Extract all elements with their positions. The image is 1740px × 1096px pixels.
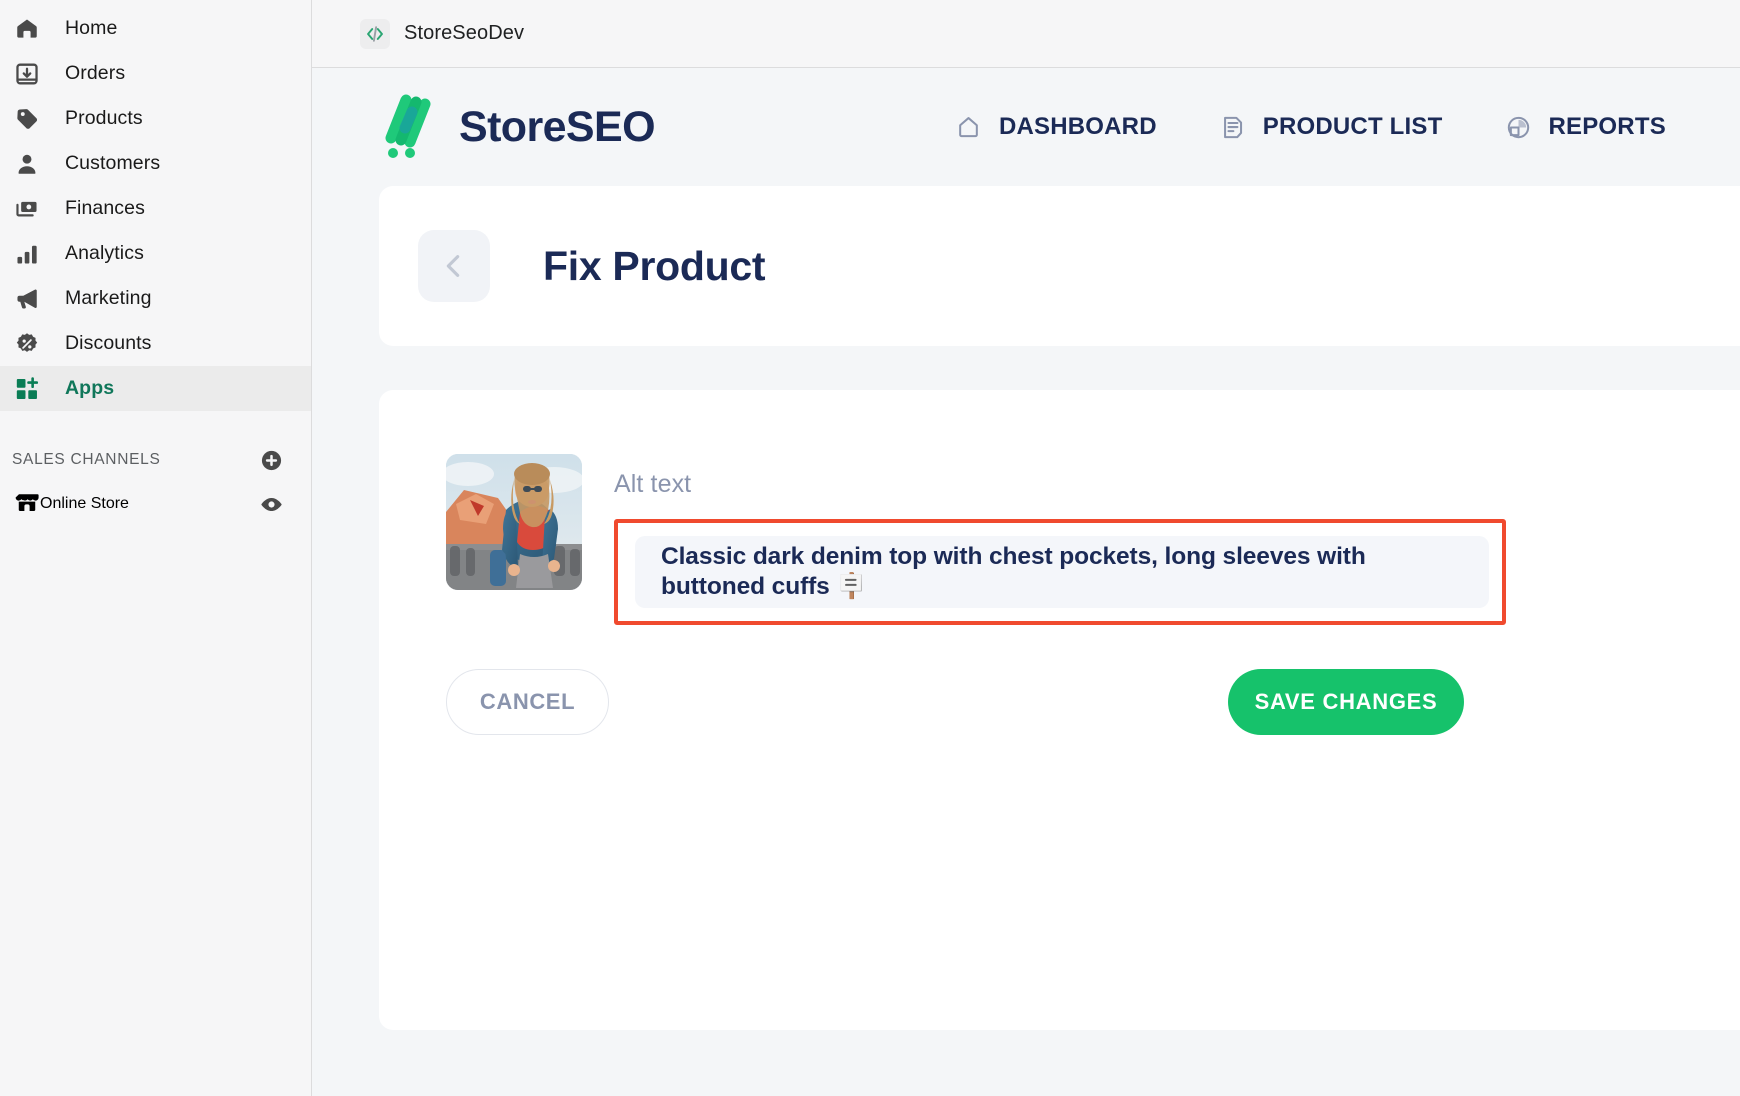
sales-channels-section-header: SALES CHANNELS	[0, 439, 311, 481]
breadcrumb: StoreSeoDev	[312, 0, 1740, 68]
sales-channels-title: SALES CHANNELS	[12, 451, 161, 468]
sidebar-item-apps[interactable]: Apps	[0, 366, 311, 411]
form-actions: CANCEL SAVE CHANGES	[446, 669, 1464, 735]
analytics-bars-icon	[14, 239, 48, 269]
sidebar-item-marketing[interactable]: Marketing	[0, 276, 311, 321]
fix-product-form-card: Alt text Classic dark denim top with che…	[379, 390, 1740, 1030]
sidebar-item-label: Online Store	[40, 495, 129, 512]
storeseo-embedded-app: StoreSEO DASHBOARD PRODUCT LIST REPORTS …	[312, 68, 1740, 1096]
sidebar-item-online-store[interactable]: Online Store	[0, 481, 311, 527]
plus-circle-icon[interactable]	[259, 448, 283, 472]
storeseo-logo-text: StoreSEO	[459, 102, 656, 151]
sidebar-item-analytics[interactable]: Analytics	[0, 231, 311, 276]
alt-text-input[interactable]: Classic dark denim top with chest pocket…	[635, 536, 1489, 608]
tab-reports[interactable]: REPORTS	[1504, 113, 1666, 141]
back-button[interactable]	[418, 230, 490, 302]
pie-chart-icon	[1504, 113, 1532, 141]
sidebar-item-label: Analytics	[65, 242, 144, 264]
sidebar: Home Orders Products Customers Finances	[0, 0, 312, 1096]
customer-person-icon	[14, 149, 48, 179]
document-list-icon	[1219, 113, 1247, 141]
product-tag-icon	[14, 104, 48, 134]
storeseo-logo-mark	[379, 94, 441, 160]
save-changes-button[interactable]: SAVE CHANGES	[1228, 669, 1464, 735]
sidebar-item-label: Products	[65, 107, 143, 129]
sidebar-item-orders[interactable]: Orders	[0, 51, 311, 96]
product-thumbnail	[446, 454, 582, 590]
sidebar-item-label: Customers	[65, 152, 161, 174]
main-pane: StoreSeoDev StoreSEO DASHBOARD PRODUCT L…	[312, 0, 1740, 1096]
orders-inbox-icon	[14, 59, 48, 89]
sidebar-item-products[interactable]: Products	[0, 96, 311, 141]
sidebar-item-label: Orders	[65, 62, 126, 84]
sidebar-item-customers[interactable]: Customers	[0, 141, 311, 186]
page-title: Fix Product	[543, 242, 766, 289]
app-content: Fix Product Alt text Classic dark denim …	[312, 186, 1740, 1096]
alt-text-label: Alt text	[614, 470, 692, 498]
home-icon	[14, 14, 48, 44]
alt-text-highlight: Classic dark denim top with chest pocket…	[614, 519, 1506, 625]
page-title-card: Fix Product	[379, 186, 1740, 346]
sidebar-item-label: Finances	[65, 197, 145, 219]
alt-text-field-group: Alt text Classic dark denim top with che…	[614, 454, 1740, 625]
tab-dashboard[interactable]: DASHBOARD	[955, 113, 1157, 141]
apps-grid-plus-icon	[14, 374, 48, 404]
storeseo-logo[interactable]: StoreSEO	[379, 94, 656, 160]
sidebar-item-label: Discounts	[65, 332, 152, 354]
app-header: StoreSEO DASHBOARD PRODUCT LIST REPORTS	[312, 68, 1740, 186]
discount-percent-icon	[14, 329, 48, 359]
cancel-button[interactable]: CANCEL	[446, 669, 609, 735]
eye-icon[interactable]	[259, 492, 283, 516]
breadcrumb-label: StoreSeoDev	[404, 22, 525, 44]
finances-cash-icon	[14, 194, 48, 224]
storefront-icon	[14, 489, 40, 520]
sidebar-item-label: Apps	[65, 377, 115, 399]
marketing-megaphone-icon	[14, 284, 48, 314]
sidebar-item-finances[interactable]: Finances	[0, 186, 311, 231]
code-brackets-icon	[360, 18, 390, 49]
tab-label: REPORTS	[1548, 113, 1666, 140]
app-top-nav: DASHBOARD PRODUCT LIST REPORTS	[955, 113, 1740, 141]
tab-product-list[interactable]: PRODUCT LIST	[1219, 113, 1443, 141]
sidebar-item-label: Marketing	[65, 287, 152, 309]
sidebar-item-discounts[interactable]: Discounts	[0, 321, 311, 366]
app-window: Home Orders Products Customers Finances	[0, 0, 1740, 1096]
home-outline-icon	[955, 113, 983, 141]
sidebar-item-home[interactable]: Home	[0, 6, 311, 51]
tab-label: DASHBOARD	[998, 113, 1157, 140]
alt-text-row: Alt text Classic dark denim top with che…	[446, 454, 1740, 625]
tab-label: PRODUCT LIST	[1262, 113, 1443, 140]
sidebar-item-label: Home	[65, 17, 118, 39]
